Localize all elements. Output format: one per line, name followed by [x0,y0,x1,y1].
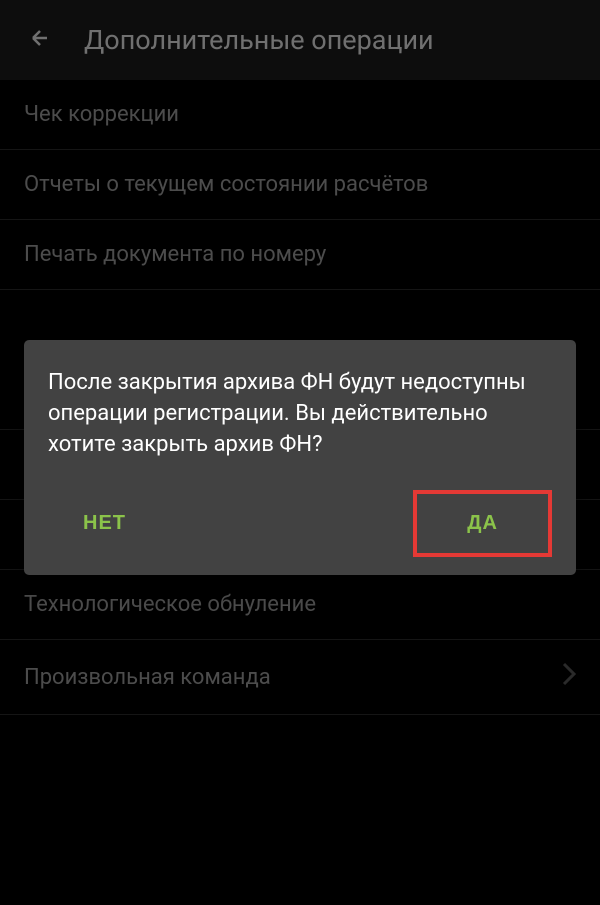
yes-button[interactable]: ДА [413,490,552,557]
no-button[interactable]: НЕТ [48,498,161,549]
dialog-message: После закрытия архива ФН будут недоступн… [48,368,552,460]
dialog-actions: НЕТ ДА [48,490,552,557]
confirm-dialog: После закрытия архива ФН будут недоступн… [24,340,576,575]
